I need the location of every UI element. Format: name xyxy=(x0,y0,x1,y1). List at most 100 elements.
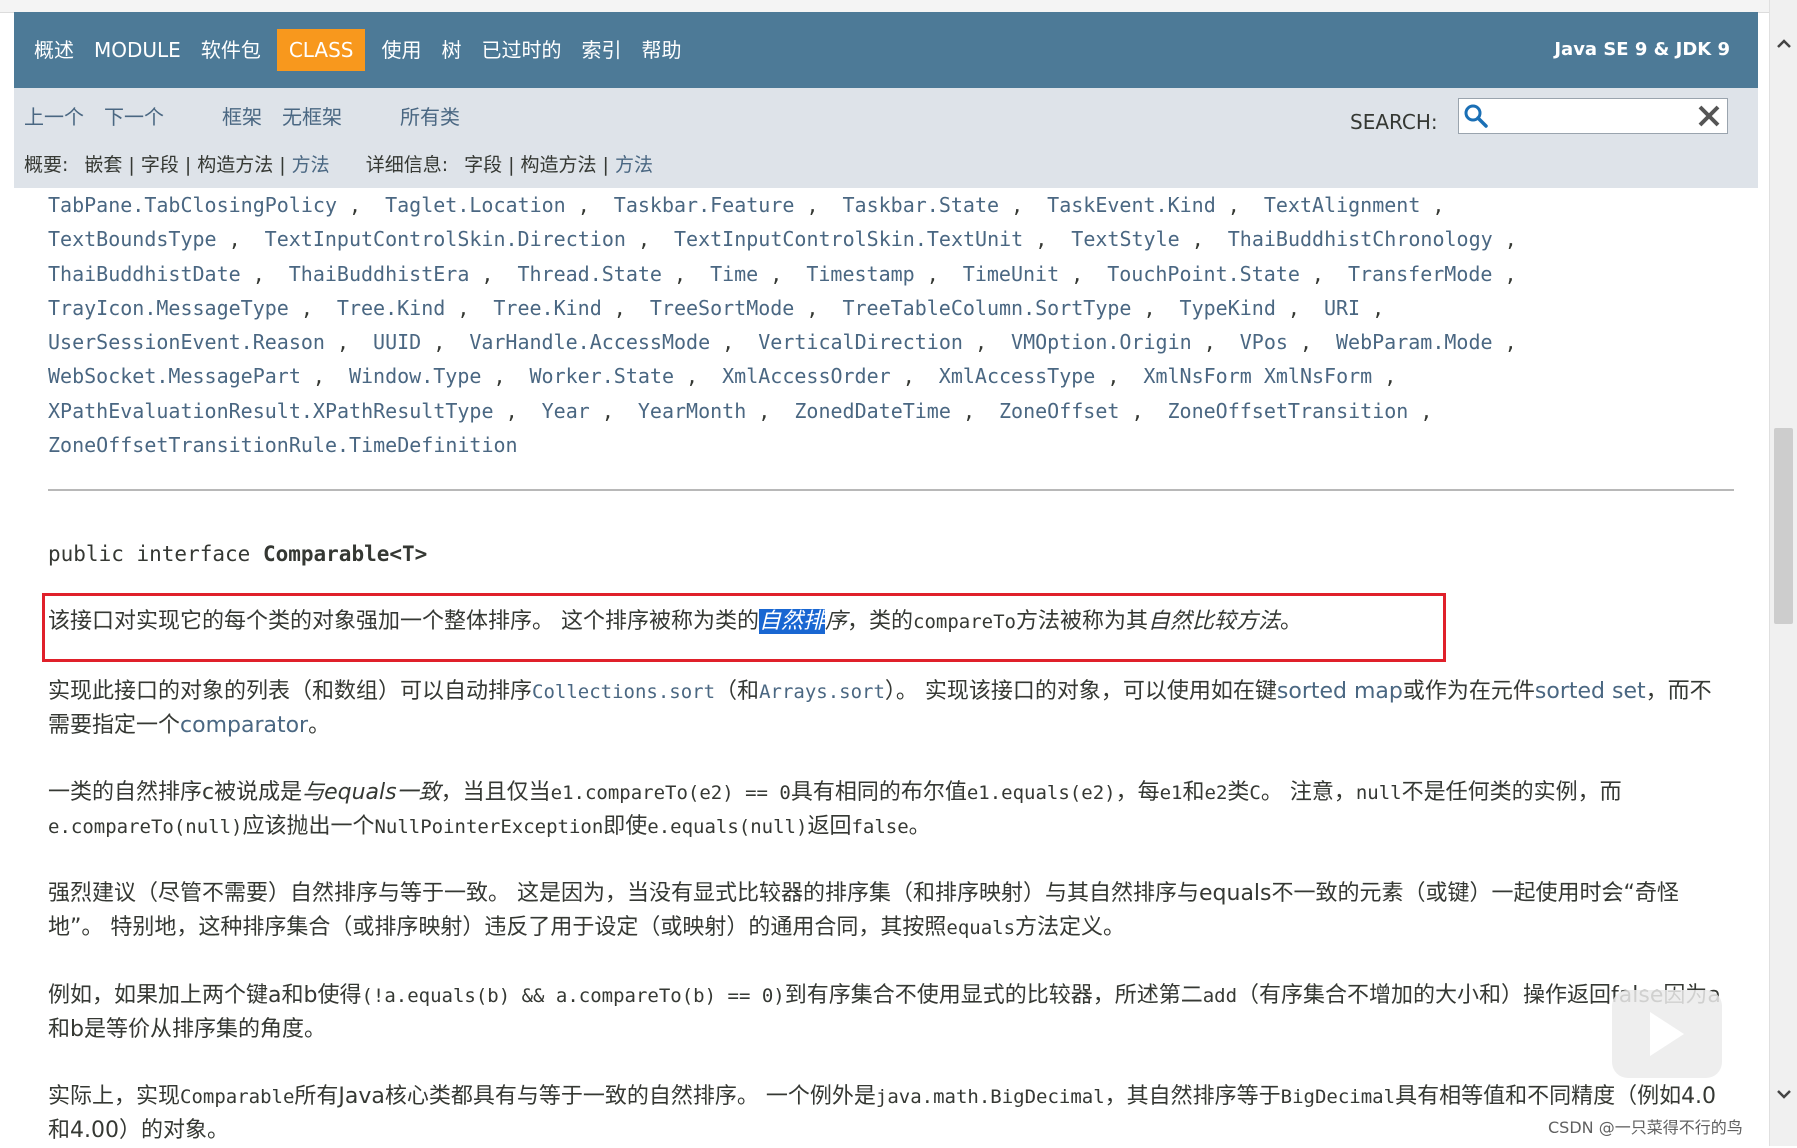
nav-item[interactable]: 帮助 xyxy=(631,29,691,71)
implementing-class-link[interactable]: Tree.Kind xyxy=(493,296,601,320)
nav-item[interactable]: 树 xyxy=(431,29,471,71)
implementing-class-link[interactable]: Taskbar.Feature xyxy=(614,193,795,217)
comma-separator: , xyxy=(445,295,470,320)
para3-code: e1.compareTo(e2) == 0 xyxy=(550,782,791,804)
scroll-down-icon[interactable] xyxy=(1776,1086,1792,1102)
comma-separator: , xyxy=(1095,364,1120,389)
implementing-class-link[interactable]: TextAlignment xyxy=(1264,193,1421,217)
implementing-class-link[interactable]: TextBoundsType xyxy=(48,227,217,251)
implementing-class-link[interactable]: TextInputControlSkin.Direction xyxy=(265,227,626,251)
comparator-link[interactable]: comparator xyxy=(180,713,308,738)
implementing-class-link[interactable]: TypeKind xyxy=(1180,296,1276,320)
implementing-class-link[interactable]: Taglet.Location xyxy=(385,193,566,217)
section-link: 构造方法 xyxy=(520,153,597,176)
implementing-class-link[interactable]: URI xyxy=(1324,296,1360,320)
comma-separator: , xyxy=(890,364,915,389)
implementing-class-link[interactable]: TimeUnit xyxy=(963,262,1059,286)
implementing-class-link[interactable]: ThaiBuddhistChronology xyxy=(1228,227,1493,251)
subnav-row-2: 概要: 嵌套 | 字段 | 构造方法 | 方法 详细信息: 字段 | 构造方法 | 方法 xyxy=(24,146,653,180)
nav-item[interactable]: 索引 xyxy=(571,29,631,71)
top-navbar: 概述 MODULE 软件包 CLASS 使用树已过时的 索引 帮助 Java SE 9 & … xyxy=(14,12,1758,88)
implementing-class-link[interactable]: XmlAccessOrder xyxy=(722,364,891,388)
implementing-class-link[interactable]: Timestamp xyxy=(806,262,914,286)
scrollbar-thumb[interactable] xyxy=(1774,428,1793,624)
implementing-class-link[interactable]: TreeTableColumn.SortType xyxy=(842,296,1131,320)
implementing-class-link[interactable]: Worker.State xyxy=(530,364,675,388)
description-paragraph-3: 一类的自然排序c被说成是与equals一致，当且仅当e1.compareTo(e… xyxy=(48,776,1728,844)
section-link[interactable]: 方法 xyxy=(615,154,653,176)
separator: | xyxy=(279,153,286,176)
implementing-class-link[interactable]: Year xyxy=(542,399,590,423)
nav-item[interactable]: 使用 xyxy=(371,29,431,71)
prev-link[interactable]: 上一个 xyxy=(24,101,84,130)
comma-separator: , xyxy=(421,330,446,355)
nav-item[interactable]: 已过时的 xyxy=(471,29,571,71)
implementing-class-link[interactable]: VMOption.Origin xyxy=(1011,330,1192,354)
vertical-scrollbar[interactable] xyxy=(1769,0,1797,1146)
implementing-class-link[interactable]: TextInputControlSkin.TextUnit xyxy=(674,227,1023,251)
implementing-class-link[interactable]: Time xyxy=(710,262,758,286)
implementing-class-link[interactable]: Thread.State xyxy=(517,262,662,286)
nav-item[interactable]: 概述 xyxy=(24,29,84,71)
implementing-class-link[interactable]: VPos xyxy=(1240,330,1288,354)
implementing-class-link[interactable]: ZoneOffset xyxy=(999,399,1119,423)
implementing-class-link[interactable]: TransferMode xyxy=(1348,262,1493,286)
implementing-class-link[interactable]: ThaiBuddhistEra xyxy=(289,262,470,286)
class-list-line: WebSocket.MessagePart , Window.Type , Work… xyxy=(48,359,1718,393)
detail-links: 字段 | 构造方法 | 方法 xyxy=(464,150,653,177)
next-link[interactable]: 下一个 xyxy=(104,101,164,130)
implementing-class-link[interactable]: TouchPoint.State xyxy=(1107,262,1300,286)
para5-code: (!a.equals(b) && a.compareTo(b) == 0) xyxy=(361,985,785,1007)
brand-label: Java SE 9 & JDK 9 xyxy=(1554,39,1730,60)
para2-text: ）。 实现该接口的对象，可以使用如在键 xyxy=(884,679,1277,704)
implementing-class-link[interactable]: ZoneOffsetTransition xyxy=(1168,399,1409,423)
implementing-class-link[interactable]: VerticalDirection xyxy=(758,330,963,354)
implementing-class-link[interactable]: Taskbar.State xyxy=(843,193,1000,217)
sorted-set-link[interactable]: sorted set xyxy=(1535,679,1646,704)
implementing-class-link[interactable]: XmlNsForm XmlNsForm xyxy=(1143,364,1372,388)
nav-item[interactable]: MODULE xyxy=(84,29,191,71)
no-frames-link[interactable]: 无框架 xyxy=(282,101,342,130)
implementing-class-link[interactable]: ThaiBuddhistDate xyxy=(48,262,241,286)
implementing-class-link[interactable]: Tree.Kind xyxy=(337,296,445,320)
comma-separator: , xyxy=(240,261,265,286)
arrays-sort-link[interactable]: Arrays.sort xyxy=(759,681,885,703)
para3-text: 类 xyxy=(1227,780,1250,805)
implementing-class-link[interactable]: XPathEvaluationResult.XPathResultType xyxy=(48,399,494,423)
implementing-class-link[interactable]: ZonedDateTime xyxy=(794,399,951,423)
comma-separator: , xyxy=(1492,330,1517,355)
subnav-row-1: 上一个 下一个 框架 无框架 所有类 xyxy=(24,98,480,132)
class-list-line: ZoneOffsetTransitionRule.TimeDefinition xyxy=(48,428,1718,462)
implementing-class-link[interactable]: UserSessionEvent.Reason xyxy=(48,330,325,354)
para3-code: e2 xyxy=(1204,782,1228,804)
para4-code: equals xyxy=(946,917,1016,939)
nav-item[interactable]: 软件包 xyxy=(191,29,271,71)
section-link[interactable]: 方法 xyxy=(292,154,330,176)
implementing-class-link[interactable]: WebSocket.MessagePart xyxy=(48,364,301,388)
implementing-class-link[interactable]: ZoneOffsetTransitionRule.TimeDefinition xyxy=(48,433,518,457)
clear-search-icon[interactable] xyxy=(1695,102,1723,130)
implementing-class-link[interactable]: Window.Type xyxy=(349,364,481,388)
frames-link[interactable]: 框架 xyxy=(222,101,262,130)
para3-text: 。 注意， xyxy=(1260,780,1356,805)
collections-sort-link[interactable]: Collections.sort xyxy=(532,681,715,703)
implementing-class-link[interactable]: TrayIcon.MessageType xyxy=(48,296,289,320)
implementing-class-link[interactable]: TabPane.TabClosingPolicy xyxy=(48,193,337,217)
sorted-map-link[interactable]: sorted map xyxy=(1277,679,1403,704)
implementing-class-link[interactable]: TaskEvent.Kind xyxy=(1047,193,1216,217)
implementing-class-link[interactable]: UUID xyxy=(373,330,421,354)
implementing-class-link[interactable]: VarHandle.AccessMode xyxy=(469,330,710,354)
search-input[interactable] xyxy=(1497,101,1681,131)
para3-code: false xyxy=(851,816,909,838)
all-classes-link[interactable]: 所有类 xyxy=(400,101,460,130)
para3-text: 返回 xyxy=(807,814,852,839)
implementing-class-link[interactable]: XmlAccessType xyxy=(939,364,1096,388)
scroll-up-icon[interactable] xyxy=(1776,36,1792,52)
comma-separator: , xyxy=(469,261,494,286)
implementing-class-link[interactable]: YearMonth xyxy=(638,399,746,423)
nav-item: CLASS xyxy=(276,29,366,71)
implementing-class-link[interactable]: WebParam.Mode xyxy=(1336,330,1493,354)
video-play-button[interactable] xyxy=(1612,990,1722,1078)
implementing-class-link[interactable]: TextStyle xyxy=(1071,227,1179,251)
implementing-class-link[interactable]: TreeSortMode xyxy=(650,296,795,320)
